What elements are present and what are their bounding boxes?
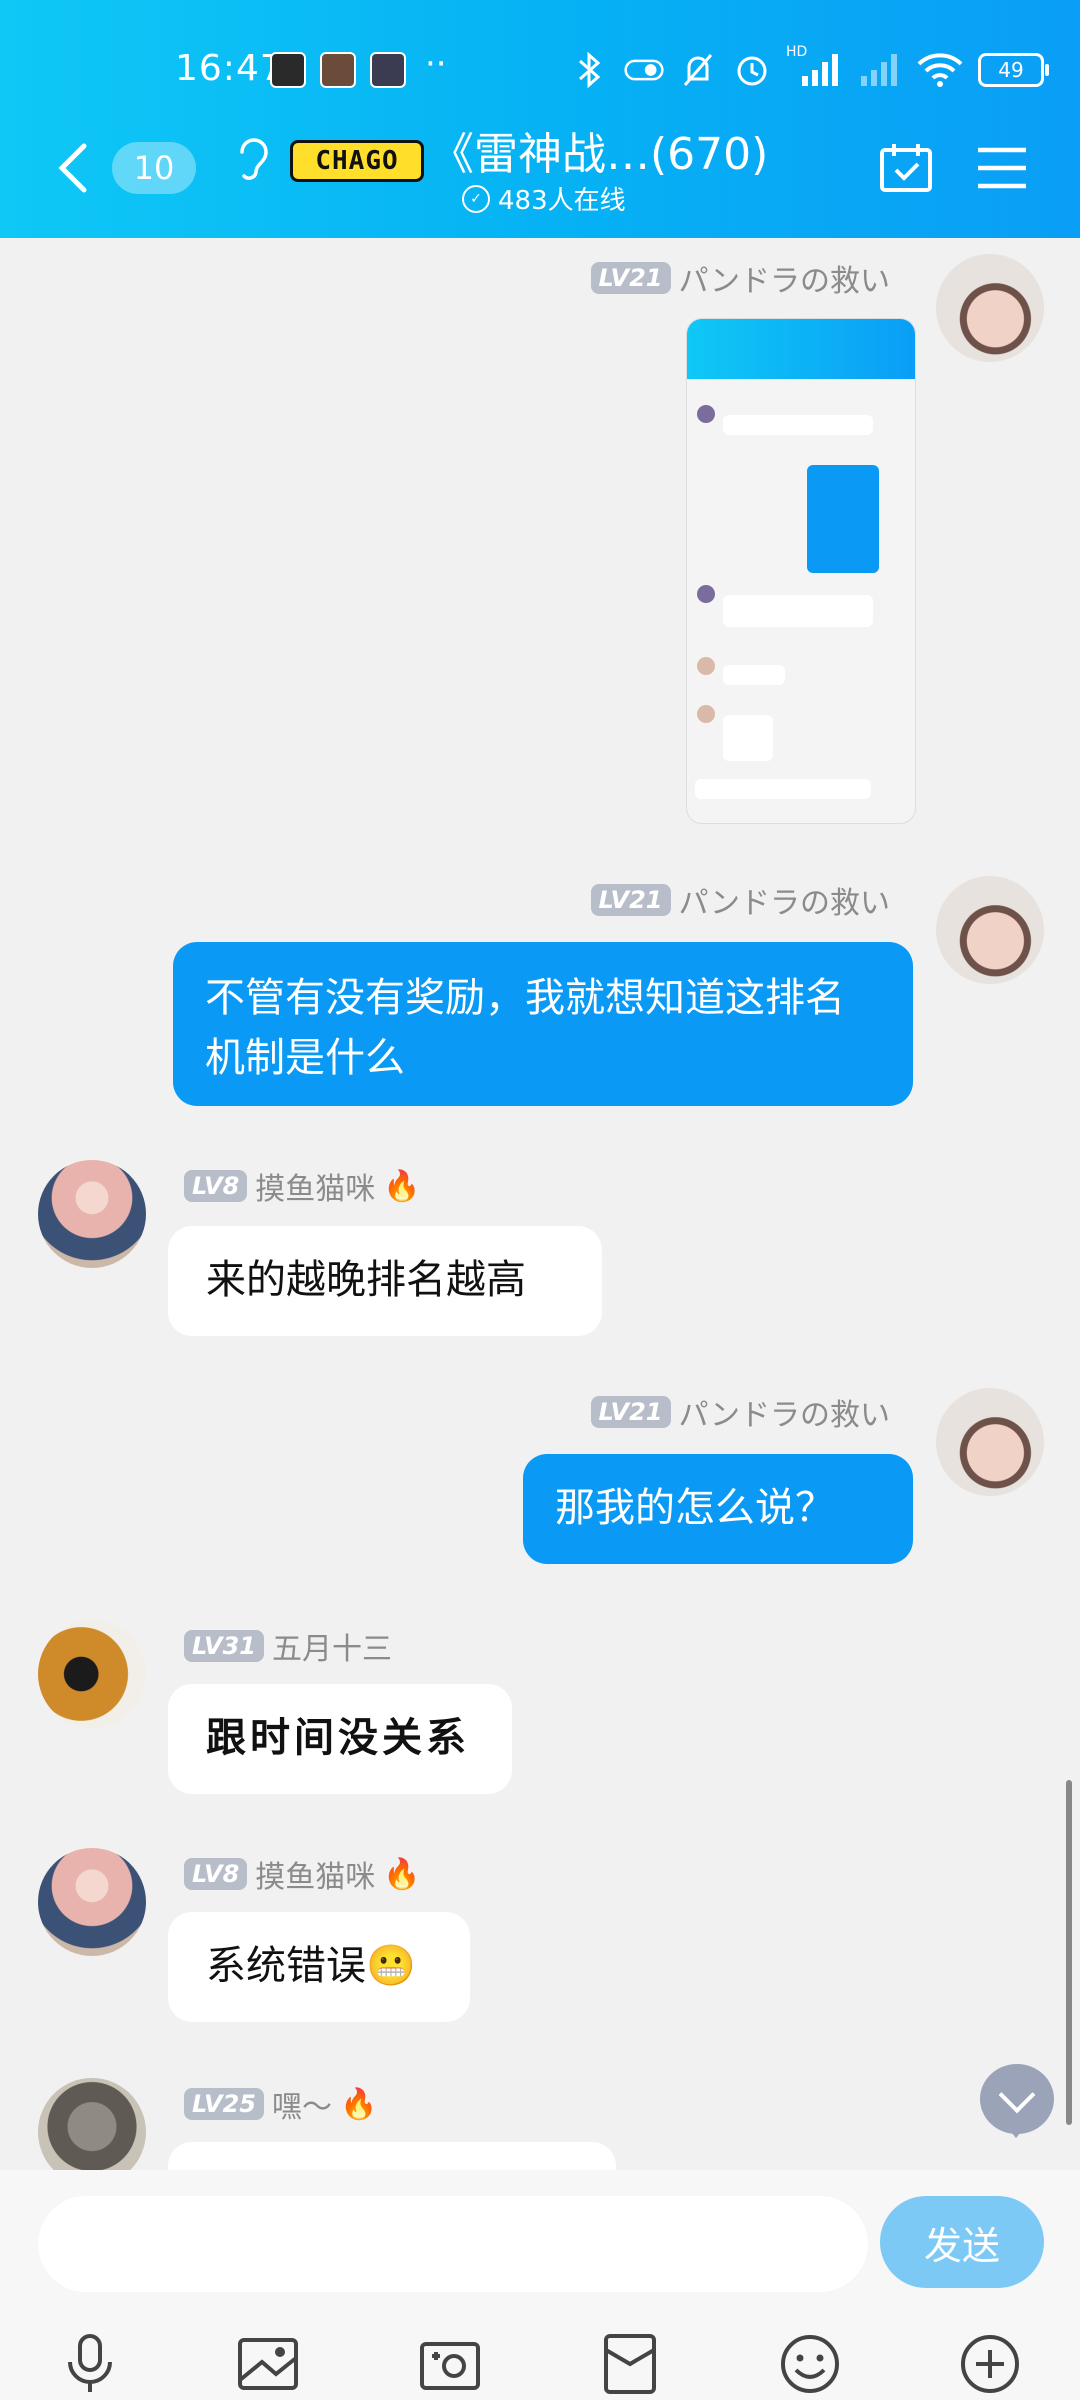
status-time: 16:47: [175, 48, 284, 89]
group-title[interactable]: 《雷神战…(670): [430, 118, 768, 182]
message-bubble[interactable]: 不管有没有奖励，我就想知道这排名机制是什么: [173, 942, 913, 1106]
battery-indicator: 49: [978, 53, 1049, 87]
image-icon[interactable]: [236, 2332, 300, 2396]
message-list[interactable]: LV21 パンドラの救い LV21 パンドラの救い 不管有没有奖励，我就想知道这…: [0, 238, 1080, 2170]
camera-icon[interactable]: [418, 2332, 482, 2396]
sender-name[interactable]: パンドラの救い: [679, 256, 891, 300]
online-count-text: 483人在线: [498, 186, 626, 216]
app-notification-icon: [270, 52, 306, 88]
app-notification-icon: [320, 52, 356, 88]
sender-row: LV31 五月十三: [184, 1624, 392, 1668]
fire-icon: 🔥: [383, 1856, 421, 1892]
signal-weak-icon: [856, 50, 902, 90]
avatar[interactable]: [936, 254, 1044, 362]
ear-icon[interactable]: [232, 132, 272, 184]
avatar[interactable]: [38, 1160, 146, 1268]
microphone-icon[interactable]: [58, 2332, 122, 2396]
back-button[interactable]: [52, 140, 96, 196]
message-bubble[interactable]: 系统错误😬: [168, 1912, 470, 2022]
notification-icons: [270, 52, 406, 88]
bluetooth-icon: [570, 50, 610, 90]
image-message[interactable]: [686, 318, 916, 824]
message-bubble[interactable]: 那我的怎么说？: [523, 1454, 913, 1564]
sender-name[interactable]: パンドラの救い: [679, 878, 891, 922]
send-button[interactable]: 发送: [880, 2196, 1044, 2288]
level-badge: LV21: [590, 884, 671, 916]
sender-row: LV21 パンドラの救い: [590, 878, 891, 922]
menu-icon[interactable]: [976, 146, 1028, 190]
check-circle-icon: ✓: [462, 184, 490, 213]
emoji-icon[interactable]: [778, 2332, 842, 2396]
sender-name[interactable]: 嘿～: [272, 2082, 332, 2126]
sender-name[interactable]: 五月十三: [272, 1624, 392, 1668]
sender-row: LV8 摸鱼猫咪 🔥: [184, 1164, 421, 1208]
fire-icon: 🔥: [383, 1168, 421, 1204]
avatar[interactable]: [936, 1388, 1044, 1496]
calendar-check-icon[interactable]: [878, 140, 934, 196]
message-bubble[interactable]: [168, 2142, 616, 2170]
online-count: ✓ 483人在线: [462, 180, 626, 217]
level-badge: LV8: [184, 1858, 248, 1890]
plus-icon[interactable]: [958, 2332, 1022, 2396]
status-icons: HD 49: [570, 44, 1049, 90]
avatar[interactable]: [936, 876, 1044, 984]
red-packet-icon[interactable]: [598, 2332, 662, 2396]
signal-hd-icon: HD: [786, 44, 842, 90]
level-badge: LV31: [184, 1630, 264, 1662]
chat-header: 16:47 ·· HD 49 10 CHAGO 《雷神战…(670) ✓ 483…: [0, 0, 1080, 238]
group-logo: CHAGO: [290, 140, 424, 182]
hd-label: HD: [786, 44, 808, 60]
alarm-icon: [732, 50, 772, 90]
sender-row: LV21 パンドラの救い: [590, 1390, 891, 1434]
sender-name[interactable]: 摸鱼猫咪: [255, 1164, 375, 1208]
message-input[interactable]: [38, 2196, 868, 2292]
scroll-to-bottom-button[interactable]: [980, 2064, 1054, 2134]
sender-row: LV21 パンドラの救い: [590, 256, 891, 300]
avatar[interactable]: [38, 1620, 146, 1728]
level-badge: LV25: [184, 2088, 264, 2120]
more-notifications-icon: ··: [425, 44, 447, 84]
mute-bell-icon: [678, 50, 718, 90]
sender-name[interactable]: 摸鱼猫咪: [255, 1852, 375, 1896]
wifi-icon: [916, 50, 964, 90]
message-bubble[interactable]: 跟时间没关系: [168, 1684, 512, 1794]
avatar[interactable]: [38, 1848, 146, 1956]
scroll-button-pointer: [1006, 2126, 1026, 2138]
sender-name[interactable]: パンドラの救い: [679, 1390, 891, 1434]
sender-row: LV8 摸鱼猫咪 🔥: [184, 1852, 421, 1896]
message-bubble[interactable]: 来的越晚排名越高: [168, 1226, 602, 1336]
input-bar: 发送: [0, 2170, 1080, 2400]
app-notification-icon: [370, 52, 406, 88]
level-badge: LV21: [590, 262, 671, 294]
unread-count-badge[interactable]: 10: [112, 142, 196, 194]
scrollbar[interactable]: [1066, 1780, 1072, 2125]
toggle-icon: [624, 50, 664, 90]
fire-icon: 🔥: [339, 2086, 378, 2122]
level-badge: LV8: [184, 1170, 248, 1202]
level-badge: LV21: [590, 1396, 671, 1428]
sender-row: LV25 嘿～ 🔥: [184, 2082, 377, 2126]
avatar[interactable]: [38, 2078, 146, 2170]
